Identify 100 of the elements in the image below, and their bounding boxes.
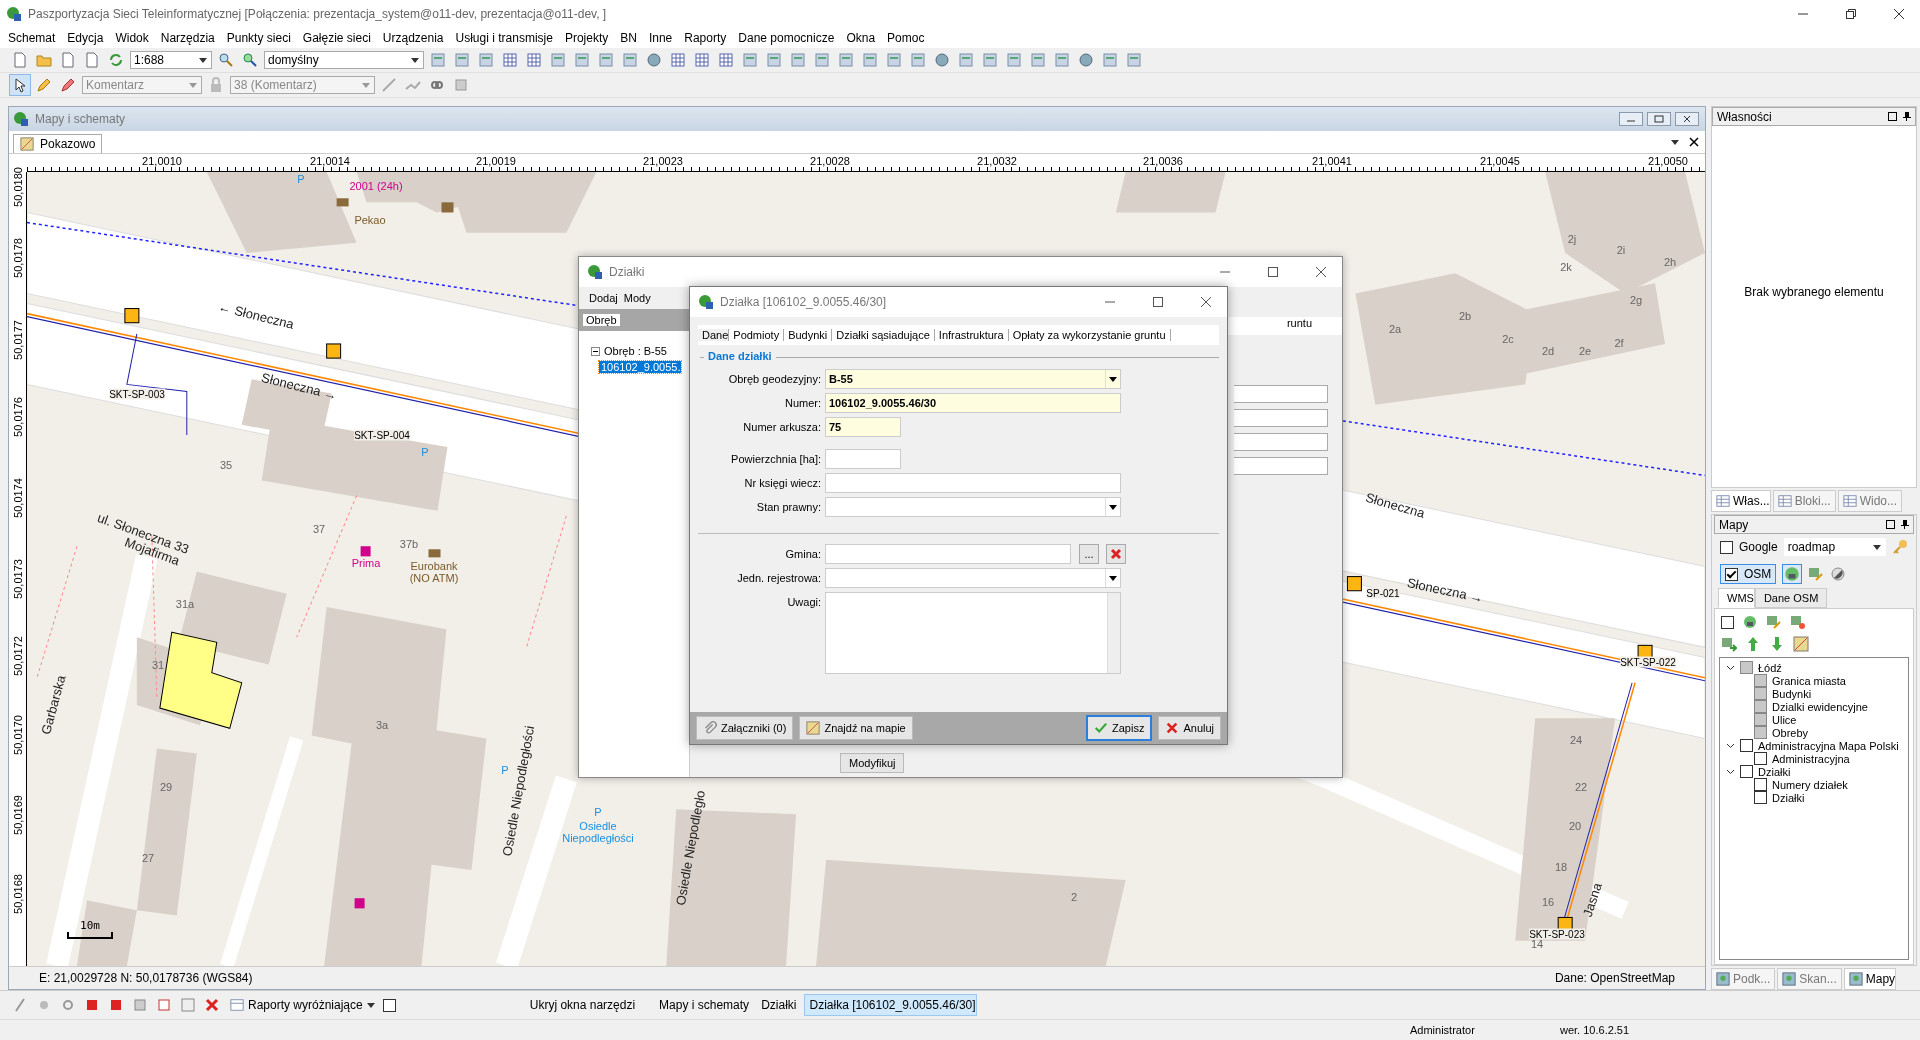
float-icon[interactable]	[1888, 112, 1897, 121]
menu-item[interactable]: Punkty sieci	[226, 31, 291, 45]
panel-tab[interactable]: Wido...	[1837, 490, 1903, 512]
device-marker-icon[interactable]	[124, 308, 140, 324]
chevron-icon[interactable]	[1726, 767, 1735, 776]
map-tab[interactable]: Pokazowo	[13, 134, 103, 153]
restore-icon[interactable]	[1846, 9, 1856, 19]
tile-icon[interactable]	[548, 50, 568, 70]
arrow-down-icon[interactable]	[1769, 636, 1785, 652]
group-by-field[interactable]: Obręb	[583, 314, 620, 326]
menu-item[interactable]: Inne	[648, 31, 673, 45]
menu-item[interactable]: Dane pomocnicze	[738, 31, 835, 45]
osm-toggle[interactable]: OSM	[1720, 564, 1777, 584]
grid-icon[interactable]	[668, 50, 688, 70]
collapse-icon[interactable]	[591, 346, 600, 356]
modify-button[interactable]: Modyfikuj	[840, 753, 905, 773]
dialog-tab[interactable]: Budynki	[784, 329, 833, 341]
float-icon[interactable]	[1886, 520, 1895, 529]
dropdown-field[interactable]: B-55	[825, 369, 1121, 389]
caret-icon[interactable]	[1671, 139, 1679, 145]
circle-icon[interactable]	[1076, 50, 1096, 70]
minimize-icon[interactable]	[1619, 112, 1643, 126]
close-icon[interactable]	[1675, 112, 1699, 126]
menu-item[interactable]: Usługi i transmisje	[455, 31, 553, 45]
input-field[interactable]: 75	[825, 417, 901, 437]
arrow-up-icon[interactable]	[1745, 636, 1761, 652]
menu-item[interactable]: Urządzenia	[382, 31, 444, 45]
menu-item[interactable]: Widok	[115, 31, 149, 45]
tile-icon[interactable]	[620, 50, 640, 70]
dialog-tab[interactable]: Infrastruktura	[934, 329, 1009, 341]
chevron-icon[interactable]	[1726, 741, 1735, 750]
tile-icon[interactable]	[1124, 50, 1144, 70]
tile-icon[interactable]	[908, 50, 928, 70]
list-item[interactable]: 106102_9.0055.	[599, 361, 681, 373]
circle-icon[interactable]	[932, 50, 952, 70]
layer-tab[interactable]: WMS	[1718, 588, 1755, 608]
menu-item[interactable]: Projekty	[564, 31, 609, 45]
input-field[interactable]	[1234, 409, 1328, 427]
checkbox[interactable]	[1740, 765, 1753, 778]
tree-item[interactable]: Administracyjna Mapa Polski	[1758, 739, 1899, 752]
tile-icon[interactable]	[980, 50, 1000, 70]
toolbar-button[interactable]: Mody	[623, 292, 651, 304]
tile-icon[interactable]	[596, 50, 616, 70]
layer-tab[interactable]: Dane OSM	[1754, 588, 1828, 608]
tree-group[interactable]: Obręb : B-55	[604, 345, 667, 357]
menu-item[interactable]: Edycja	[67, 31, 104, 45]
input-field[interactable]	[825, 473, 1121, 493]
device-marker-icon[interactable]	[326, 343, 342, 359]
scrollbar[interactable]	[1107, 593, 1120, 673]
window-tab[interactable]: Działka [106102_9.0055.46/30]	[804, 994, 977, 1016]
menu-item[interactable]: BN	[620, 31, 637, 45]
remove-layer-icon[interactable]	[1790, 614, 1806, 630]
tree-item[interactable]: Administracyjna	[1772, 752, 1850, 765]
close-icon[interactable]	[1316, 267, 1326, 277]
dialog-tab[interactable]: Dane	[698, 329, 730, 341]
pin-icon[interactable]	[1900, 520, 1909, 529]
panel-tab[interactable]: Mapy	[1843, 968, 1897, 990]
map-icon[interactable]	[1793, 636, 1809, 652]
tile-icon[interactable]	[428, 50, 448, 70]
tile-icon[interactable]	[812, 50, 832, 70]
dropdown-field[interactable]	[825, 497, 1121, 517]
panel-tab[interactable]: Podk...	[1711, 968, 1776, 990]
menu-item[interactable]: Okna	[846, 31, 876, 45]
tab-label[interactable]: runtu	[1286, 317, 1312, 335]
input-field[interactable]	[1234, 385, 1328, 403]
dropdown-field[interactable]	[825, 568, 1121, 588]
add-layer-icon[interactable]	[1721, 636, 1737, 652]
edit-layer-icon[interactable]	[1808, 566, 1825, 582]
toolbar-button[interactable]: Dodaj	[589, 292, 618, 304]
input-field[interactable]	[825, 449, 901, 469]
tree-item[interactable]: Działki	[1758, 765, 1791, 778]
menu-item[interactable]: Raporty	[684, 31, 727, 45]
window-tab[interactable]: Mapy i schematy	[655, 995, 754, 1015]
grid-icon[interactable]	[716, 50, 736, 70]
grid-icon[interactable]	[692, 50, 712, 70]
close-icon[interactable]	[1894, 9, 1904, 19]
tile-icon[interactable]	[860, 50, 880, 70]
globe-icon[interactable]	[1742, 614, 1758, 630]
input-field[interactable]: 106102_9.0055.46/30	[825, 393, 1121, 413]
circle-icon[interactable]	[644, 50, 664, 70]
panel-tab[interactable]: Bloki...	[1772, 490, 1836, 512]
menu-item[interactable]: Gałęzie sieci	[302, 31, 371, 45]
panel-tab[interactable]: Włas...	[1711, 490, 1771, 512]
maximize-icon[interactable]	[1153, 297, 1163, 307]
checkbox[interactable]	[1720, 540, 1733, 554]
clear-button[interactable]	[1106, 544, 1126, 564]
globe-icon[interactable]	[1782, 564, 1803, 584]
pointer-icon[interactable]	[10, 75, 30, 95]
checkbox[interactable]	[1754, 791, 1767, 804]
checkbox[interactable]	[382, 998, 396, 1012]
tile-icon[interactable]	[788, 50, 808, 70]
input-field[interactable]	[1234, 457, 1328, 475]
tile-icon[interactable]	[764, 50, 784, 70]
pin-icon[interactable]	[1902, 112, 1911, 121]
tile-icon[interactable]	[1028, 50, 1048, 70]
dialog-tab[interactable]: Działki sąsiadujące	[832, 329, 935, 341]
reports-button[interactable]: Raporty wyróżniające	[226, 996, 379, 1014]
input-field[interactable]	[1234, 433, 1328, 451]
key-icon[interactable]	[1892, 539, 1908, 555]
tile-icon[interactable]	[956, 50, 976, 70]
